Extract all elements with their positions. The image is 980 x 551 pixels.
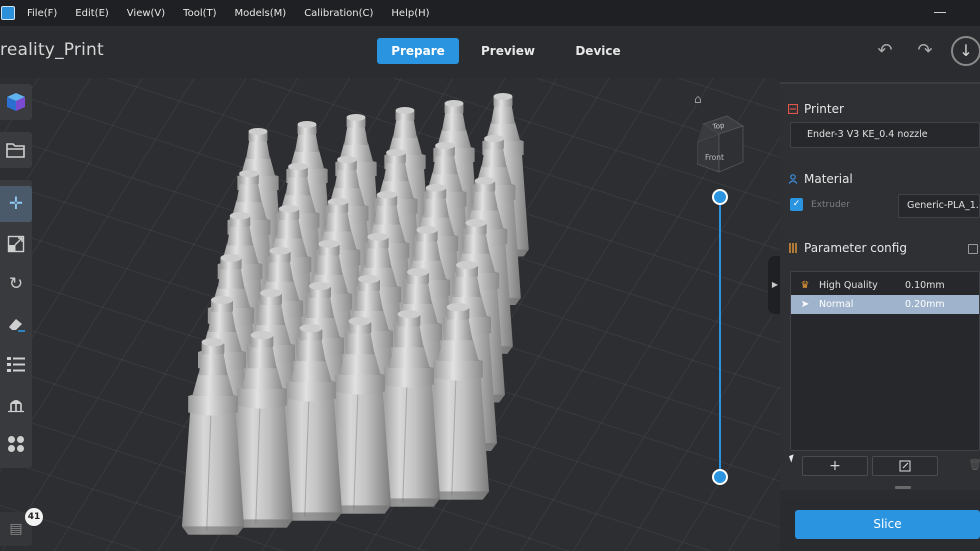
extruder-checkbox[interactable]: ✓	[790, 198, 803, 211]
menu-edit[interactable]: Edit(E)	[75, 8, 109, 19]
printer-section-title: Printer	[788, 102, 844, 116]
layer-slider-track[interactable]	[719, 197, 721, 477]
download-icon[interactable]: ↓	[951, 36, 980, 66]
menu-bar: File(F) Edit(E) View(V) Tool(T) Models(M…	[0, 0, 980, 26]
profile-layer-height: 0.10mm	[905, 280, 945, 291]
extruder-row: ✓ Extruder	[790, 198, 850, 211]
home-view-icon[interactable]: ⌂	[694, 92, 708, 106]
support-icon	[8, 400, 24, 413]
model-array[interactable]	[0, 78, 780, 551]
arrange-tool-button[interactable]	[0, 426, 32, 462]
profile-list: ♛ High Quality 0.10mm ➤ Normal 0.20mm	[790, 271, 980, 451]
rotate-tool-button[interactable]: ↻	[0, 266, 32, 302]
slice-area: Slice	[780, 500, 980, 551]
add-cube-button[interactable]	[0, 84, 32, 120]
view-cube[interactable]: Top Front	[697, 112, 745, 174]
printer-select[interactable]: Ender-3 V3 KE_0.4 nozzle	[790, 122, 980, 148]
slice-button[interactable]: Slice	[795, 510, 980, 539]
tab-prepare[interactable]: Prepare	[377, 38, 459, 64]
minimize-icon[interactable]	[934, 6, 946, 18]
title-bar: reality_Print Prepare Preview Device ↶ ↷…	[0, 26, 980, 78]
settings-panel: Printer Ender-3 V3 KE_0.4 nozzle Materia…	[780, 82, 980, 490]
menu-calibration[interactable]: Calibration(C)	[304, 8, 373, 19]
add-profile-button[interactable]: +	[802, 456, 868, 476]
profile-row-high-quality[interactable]: ♛ High Quality 0.10mm	[791, 276, 979, 295]
transform-tool-group: ✛ ↻	[0, 180, 32, 468]
move-tool-button[interactable]: ✛	[0, 186, 32, 222]
crown-icon: ♛	[800, 280, 810, 291]
layer-slider-top-handle[interactable]	[712, 189, 728, 205]
profile-name: Normal	[819, 299, 854, 310]
app-title: reality_Print	[0, 40, 104, 60]
mode-tabs: Prepare Preview Device	[377, 38, 647, 64]
undo-icon[interactable]: ↶	[874, 40, 896, 62]
redo-icon[interactable]: ↷	[914, 40, 936, 62]
view-cube-front-label: Front	[705, 153, 724, 162]
menu-file[interactable]: File(F)	[27, 8, 57, 19]
support-tool-button[interactable]	[0, 386, 32, 422]
delete-profile-icon[interactable]: 🗑	[968, 458, 980, 471]
tab-device[interactable]: Device	[557, 38, 639, 64]
menu-models[interactable]: Models(M)	[235, 8, 287, 19]
printer-title: Printer	[804, 102, 844, 116]
material-icon	[788, 174, 798, 184]
menu-tool[interactable]: Tool(T)	[183, 8, 216, 19]
open-file-button[interactable]	[0, 132, 32, 168]
app-logo-icon	[1, 6, 15, 20]
erase-tool-button[interactable]	[0, 306, 32, 342]
panel-resize-grip[interactable]	[895, 486, 911, 489]
open-folder-icon	[6, 143, 25, 158]
export-config-icon[interactable]	[968, 244, 978, 254]
profile-row-normal[interactable]: ➤ Normal 0.20mm	[791, 295, 979, 314]
material-select[interactable]: Generic-PLA_1.75	[898, 194, 980, 218]
notification-count-badge[interactable]: 41	[25, 508, 43, 526]
scale-tool-button[interactable]	[0, 226, 32, 262]
layer-slider-bottom-handle[interactable]	[712, 469, 728, 485]
erase-icon	[9, 319, 25, 332]
arrange-icon	[8, 436, 24, 452]
scale-icon	[7, 235, 25, 253]
rotate-icon: ↻	[8, 273, 24, 294]
printer-icon	[788, 104, 798, 114]
add-cube-icon	[7, 93, 25, 111]
extruder-label: Extruder	[811, 199, 850, 210]
parameter-config-section-title: Parameter config	[788, 241, 907, 255]
list-icon	[7, 357, 25, 372]
profile-layer-height: 0.20mm	[905, 299, 945, 310]
edit-icon	[899, 460, 911, 472]
material-title: Material	[804, 172, 853, 186]
edit-profile-button[interactable]	[872, 456, 938, 476]
menu-view[interactable]: View(V)	[127, 8, 165, 19]
list-tool-button[interactable]	[0, 346, 32, 382]
material-section-title: Material	[788, 172, 853, 186]
move-icon: ✛	[8, 193, 24, 214]
parameter-config-title: Parameter config	[804, 241, 907, 255]
3d-viewport[interactable]	[0, 78, 780, 551]
profile-name: High Quality	[819, 280, 878, 291]
menu-help[interactable]: Help(H)	[391, 8, 429, 19]
rocket-icon: ➤	[800, 299, 810, 310]
tab-preview[interactable]: Preview	[467, 38, 549, 64]
parameter-sliders-icon	[789, 243, 797, 253]
